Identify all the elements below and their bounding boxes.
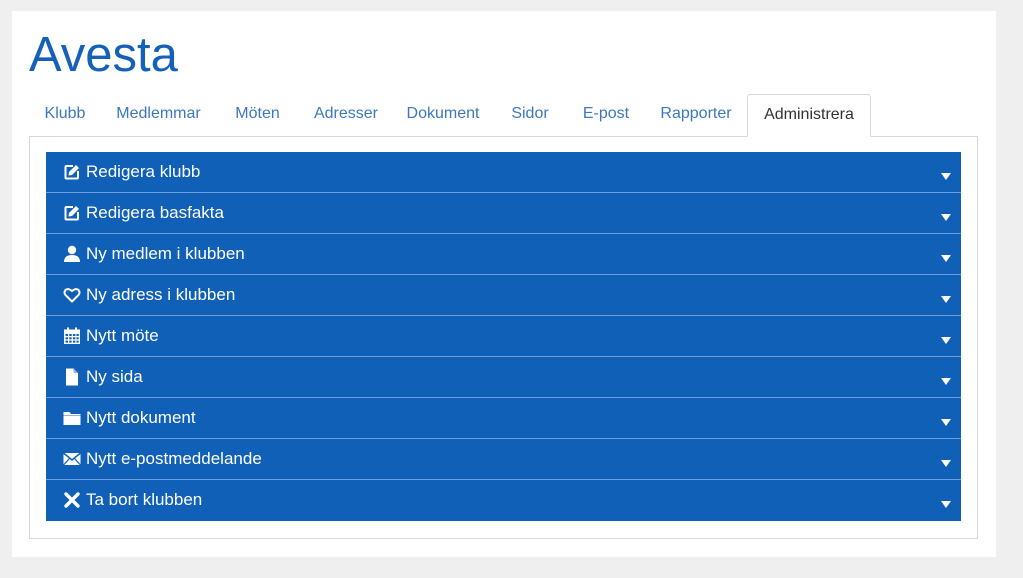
accordion-item-ny-sida[interactable]: Ny sida (46, 357, 961, 398)
envelope-icon (63, 450, 81, 468)
accordion-item-nytt-mote[interactable]: Nytt möte (46, 316, 961, 357)
accordion-label: Nytt möte (86, 326, 159, 345)
user-icon (63, 245, 81, 263)
accordion-item-nytt-epost[interactable]: Nytt e-postmeddelande (46, 439, 961, 480)
caret-down-icon (941, 496, 951, 508)
heart-icon (63, 286, 81, 304)
caret-down-icon (941, 291, 951, 303)
tab-medlemmar[interactable]: Medlemmar (101, 94, 216, 136)
page-title: Avesta (29, 28, 178, 82)
caret-down-icon (941, 250, 951, 262)
accordion-label: Ny sida (86, 367, 143, 386)
accordion-item-ny-adress[interactable]: Ny adress i klubben (46, 275, 961, 316)
accordion-label: Redigera klubb (86, 162, 201, 181)
caret-down-icon (941, 373, 951, 385)
tab-moten[interactable]: Möten (216, 94, 299, 136)
caret-down-icon (941, 168, 951, 180)
tab-dokument[interactable]: Dokument (393, 94, 493, 136)
file-icon (63, 368, 81, 386)
tab-sidor[interactable]: Sidor (493, 94, 567, 136)
tab-administrera[interactable]: Administrera (747, 94, 871, 137)
accordion-label: Nytt dokument (86, 408, 196, 427)
caret-down-icon (941, 455, 951, 467)
edit-icon (63, 204, 81, 222)
accordion-item-ta-bort-klubben[interactable]: Ta bort klubben (46, 480, 961, 521)
accordion-label: Ny medlem i klubben (86, 244, 245, 263)
tab-adresser[interactable]: Adresser (299, 94, 393, 136)
accordion-label: Nytt e-postmeddelande (86, 449, 262, 468)
tab-e-post[interactable]: E-post (567, 94, 645, 136)
tab-bar: Klubb Medlemmar Möten Adresser Dokument … (29, 94, 978, 137)
caret-down-icon (941, 209, 951, 221)
folder-icon (63, 409, 81, 427)
close-icon (63, 491, 81, 509)
accordion-item-ny-medlem[interactable]: Ny medlem i klubben (46, 234, 961, 275)
tab-rapporter[interactable]: Rapporter (645, 94, 747, 136)
admin-accordion: Redigera klubb Redigera basfakta Ny medl… (46, 152, 961, 521)
caret-down-icon (941, 332, 951, 344)
calendar-icon (63, 327, 81, 345)
edit-icon (63, 163, 81, 181)
caret-down-icon (941, 414, 951, 426)
accordion-label: Redigera basfakta (86, 203, 224, 222)
accordion-label: Ny adress i klubben (86, 285, 236, 304)
tab-klubb[interactable]: Klubb (29, 94, 101, 136)
accordion-label: Ta bort klubben (86, 490, 203, 509)
main-card: Avesta Klubb Medlemmar Möten Adresser Do… (12, 11, 996, 557)
accordion-item-redigera-basfakta[interactable]: Redigera basfakta (46, 193, 961, 234)
accordion-item-redigera-klubb[interactable]: Redigera klubb (46, 152, 961, 193)
accordion-item-nytt-dokument[interactable]: Nytt dokument (46, 398, 961, 439)
